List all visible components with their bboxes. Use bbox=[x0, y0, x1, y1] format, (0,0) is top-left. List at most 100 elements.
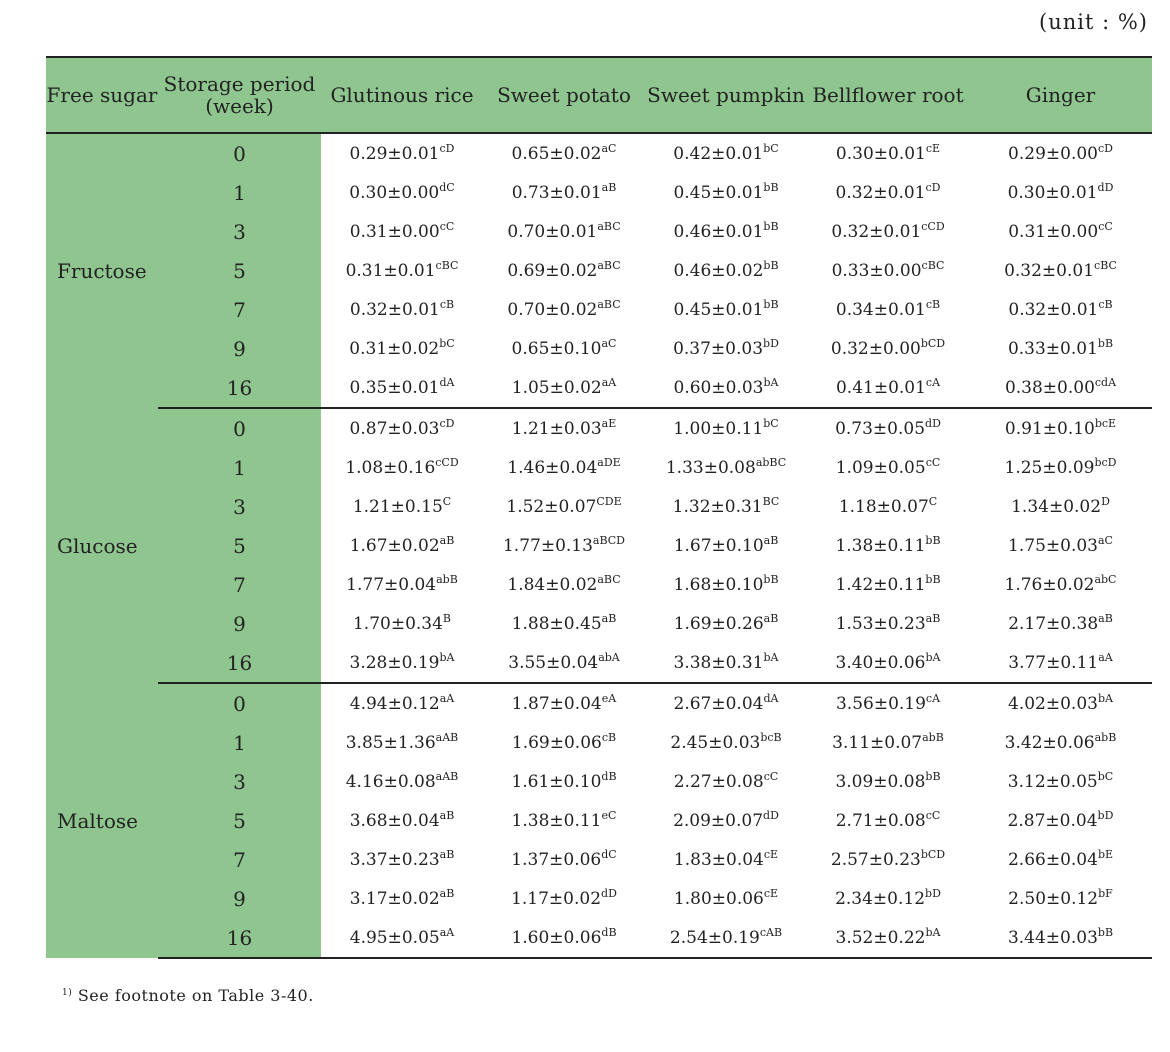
cell-value: 0.30±0.00 bbox=[349, 182, 440, 203]
cell-value: 0.32±0.01 bbox=[1004, 260, 1095, 281]
cell-value: 1.69±0.26 bbox=[673, 613, 764, 634]
cell-sweet-potato: 1.17±0.02dD bbox=[483, 879, 645, 918]
cell-value: 2.54±0.19 bbox=[669, 927, 760, 948]
significance-letters: bcD bbox=[1094, 455, 1117, 469]
footnote-marker: 1) bbox=[62, 988, 73, 998]
storage-week: 9 bbox=[158, 604, 321, 643]
cell-value: 1.61±0.10 bbox=[511, 771, 602, 792]
cell-ginger: 2.87±0.04bD bbox=[969, 801, 1152, 840]
table-row: 9 1.70±0.34B 1.88±0.45aB 1.69±0.26aB 1.53±0.… bbox=[46, 604, 1152, 643]
cell-sweet-potato: 1.05±0.02aA bbox=[483, 368, 645, 409]
cell-value: 0.87±0.03 bbox=[349, 418, 440, 439]
cell-sweet-potato: 1.38±0.11eC bbox=[483, 801, 645, 840]
cell-ginger: 1.25±0.09bcD bbox=[969, 448, 1152, 487]
significance-letters: aB bbox=[1098, 611, 1113, 625]
cell-value: 1.05±0.02 bbox=[511, 377, 602, 398]
table-row: 16 0.35±0.01dA 1.05±0.02aA 0.60±0.03bA 0.41±… bbox=[46, 368, 1152, 409]
cell-ginger: 0.30±0.01dD bbox=[969, 173, 1152, 212]
significance-letters: bC bbox=[1097, 769, 1114, 783]
significance-letters: aB bbox=[763, 533, 779, 547]
cell-value: 1.53±0.23 bbox=[835, 613, 926, 634]
cell-sweet-potato: 0.70±0.02aBC bbox=[483, 290, 645, 329]
cell-glutinous-rice: 1.67±0.02aB bbox=[321, 526, 483, 565]
significance-letters: dB bbox=[601, 925, 617, 939]
cell-value: 3.55±0.04 bbox=[508, 652, 599, 673]
cell-sweet-potato: 1.69±0.06cB bbox=[483, 723, 645, 762]
storage-week: 3 bbox=[158, 212, 321, 251]
cell-value: 2.34±0.12 bbox=[835, 888, 926, 909]
cell-value: 1.75±0.03 bbox=[1008, 535, 1098, 556]
cell-sweet-potato: 0.69±0.02aBC bbox=[483, 251, 645, 290]
cell-value: 3.09±0.08 bbox=[835, 771, 926, 792]
significance-letters: aB bbox=[601, 611, 617, 625]
cell-sweet-potato: 1.88±0.45aB bbox=[483, 604, 645, 643]
cell-sweet-pumpkin: 0.60±0.03bA bbox=[645, 368, 807, 409]
cell-value: 0.70±0.01 bbox=[507, 221, 598, 242]
cell-sweet-pumpkin: 2.54±0.19cAB bbox=[645, 918, 807, 959]
significance-letters: aAB bbox=[435, 730, 459, 744]
cell-ginger: 2.66±0.04bE bbox=[969, 840, 1152, 879]
significance-letters: aBC bbox=[597, 572, 621, 586]
cell-sweet-potato: 1.60±0.06dB bbox=[483, 918, 645, 959]
storage-week: 5 bbox=[158, 251, 321, 290]
cell-value: 0.31±0.00 bbox=[1008, 221, 1099, 242]
cell-value: 3.68±0.04 bbox=[349, 810, 440, 831]
table-row: 16 4.95±0.05aA 1.60±0.06dB 2.54±0.19cAB 3.52… bbox=[46, 918, 1152, 959]
storage-week: 5 bbox=[158, 526, 321, 565]
significance-letters: cD bbox=[439, 416, 455, 430]
cell-value: 3.37±0.23 bbox=[349, 849, 440, 870]
significance-letters: cB bbox=[925, 297, 941, 311]
cell-glutinous-rice: 4.95±0.05aA bbox=[321, 918, 483, 959]
significance-letters: bB bbox=[763, 219, 779, 233]
significance-letters: cD bbox=[1097, 141, 1113, 155]
cell-sweet-potato: 3.55±0.04abA bbox=[483, 643, 645, 684]
significance-letters: aAB bbox=[435, 769, 459, 783]
significance-letters: dD bbox=[763, 808, 779, 822]
table-row: 9 0.31±0.02bC 0.65±0.10aC 0.37±0.03bD 0.32±0… bbox=[46, 329, 1152, 368]
table-row: Fructose 0 0.29±0.01cD 0.65±0.02aC 0.42±0.01… bbox=[46, 133, 1152, 408]
cell-value: 3.77±0.11 bbox=[1008, 652, 1099, 673]
cell-value: 3.44±0.03 bbox=[1007, 927, 1098, 948]
significance-letters: eC bbox=[601, 808, 617, 822]
cell-value: 1.84±0.02 bbox=[507, 574, 598, 595]
cell-value: 4.94±0.12 bbox=[349, 693, 440, 714]
cell-glutinous-rice: 4.94±0.12aA bbox=[321, 683, 483, 723]
cell-glutinous-rice: 0.31±0.01cBC bbox=[321, 251, 483, 290]
significance-letters: abB bbox=[436, 572, 458, 586]
cell-value: 0.33±0.00 bbox=[831, 260, 922, 281]
cell-value: 3.11±0.07 bbox=[832, 732, 923, 753]
cell-value: 2.66±0.04 bbox=[1007, 849, 1098, 870]
cell-sweet-pumpkin: 0.46±0.01bB bbox=[645, 212, 807, 251]
cell-glutinous-rice: 1.08±0.16cCD bbox=[321, 448, 483, 487]
table-row: 3 1.21±0.15C 1.52±0.07CDE 1.32±0.31BC 1.18±0… bbox=[46, 487, 1152, 526]
cell-value: 0.45±0.01 bbox=[673, 299, 764, 320]
cell-sweet-pumpkin: 2.67±0.04dA bbox=[645, 683, 807, 723]
cell-value: 1.08±0.16 bbox=[345, 457, 436, 478]
table-row: 1 0.30±0.00dC 0.73±0.01aB 0.45±0.01bB 0.32±0… bbox=[46, 173, 1152, 212]
significance-letters: cB bbox=[1098, 297, 1113, 311]
significance-letters: BC bbox=[762, 494, 780, 508]
cell-value: 2.57±0.23 bbox=[830, 849, 921, 870]
unit-label: (unit : %) bbox=[1039, 10, 1148, 34]
cell-sweet-pumpkin: 2.45±0.03bcB bbox=[645, 723, 807, 762]
storage-week: 0 bbox=[158, 408, 321, 448]
cell-sweet-pumpkin: 1.83±0.04cE bbox=[645, 840, 807, 879]
storage-week: 1 bbox=[158, 173, 321, 212]
table-row: 1 3.85±1.36aAB 1.69±0.06cB 2.45±0.03bcB 3.11… bbox=[46, 723, 1152, 762]
significance-letters: cC bbox=[1098, 219, 1113, 233]
cell-sweet-pumpkin: 0.42±0.01bC bbox=[645, 133, 807, 173]
free-sugar-table: Free sugar Storage period (week) Glutino… bbox=[46, 56, 1152, 959]
significance-letters: bcE bbox=[1094, 416, 1117, 430]
cell-value: 1.25±0.09 bbox=[1004, 457, 1095, 478]
cell-value: 0.60±0.03 bbox=[673, 377, 764, 398]
significance-letters: bB bbox=[925, 572, 941, 586]
significance-letters: cD bbox=[925, 180, 941, 194]
cell-value: 1.77±0.04 bbox=[346, 574, 437, 595]
cell-bellflower-root: 3.40±0.06bA bbox=[807, 643, 969, 684]
cell-bellflower-root: 0.32±0.00bCD bbox=[807, 329, 969, 368]
cell-value: 1.60±0.06 bbox=[511, 927, 602, 948]
cell-bellflower-root: 0.32±0.01cCD bbox=[807, 212, 969, 251]
cell-value: 1.80±0.06 bbox=[673, 888, 764, 909]
significance-letters: bB bbox=[763, 297, 779, 311]
cell-value: 2.17±0.38 bbox=[1008, 613, 1099, 634]
